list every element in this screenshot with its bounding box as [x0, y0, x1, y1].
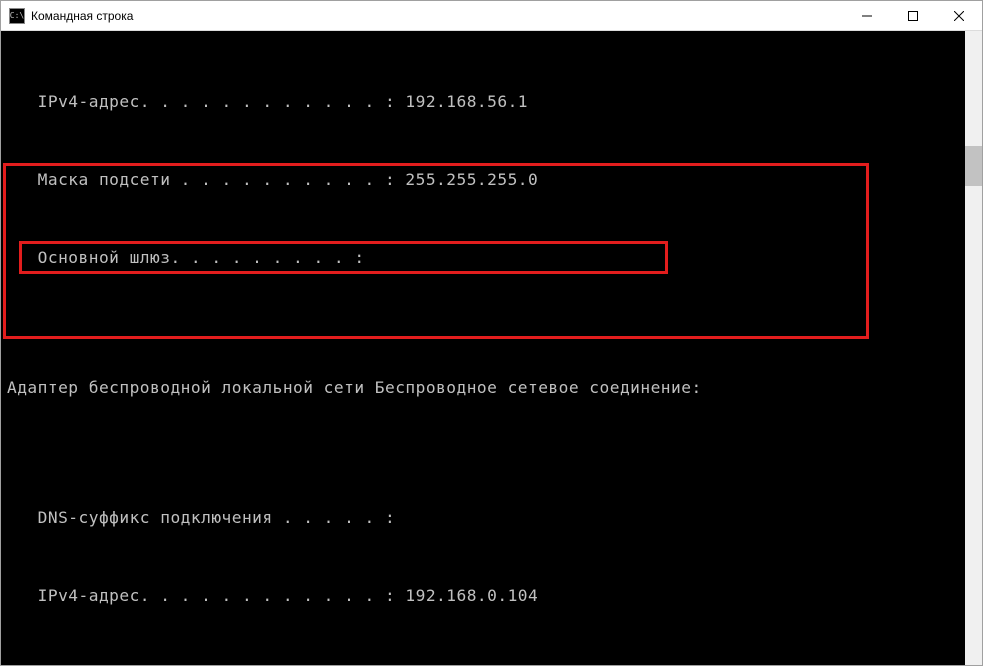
output-line: Маска подсети . . . . . . . . . . : 255.… — [1, 167, 982, 193]
titlebar: C:\ Командная строка — [1, 1, 982, 31]
output-line: DNS-суффикс подключения . . . . . : — [1, 505, 982, 531]
vertical-scrollbar[interactable] — [965, 31, 982, 665]
cmd-icon: C:\ — [9, 8, 25, 24]
output-line: Основной шлюз. . . . . . . . . : — [1, 245, 982, 271]
output-line: Адаптер беспроводной локальной сети Бесп… — [1, 375, 982, 401]
console-text: IPv4-адрес. . . . . . . . . . . . : 192.… — [1, 31, 982, 665]
minimize-button[interactable] — [844, 1, 890, 31]
window-controls — [844, 1, 982, 30]
window-title: Командная строка — [31, 9, 844, 23]
command-prompt-window: C:\ Командная строка IPv4-адрес. . . . .… — [0, 0, 983, 666]
maximize-button[interactable] — [890, 1, 936, 31]
output-line: IPv4-адрес. . . . . . . . . . . . : 192.… — [1, 89, 982, 115]
scrollbar-thumb[interactable] — [965, 146, 982, 186]
close-button[interactable] — [936, 1, 982, 31]
output-line: IPv4-адрес. . . . . . . . . . . . : 192.… — [1, 583, 982, 609]
output-line: Маска подсети . . . . . . . . . . : 255.… — [1, 661, 982, 665]
console-output-area[interactable]: IPv4-адрес. . . . . . . . . . . . : 192.… — [1, 31, 982, 665]
